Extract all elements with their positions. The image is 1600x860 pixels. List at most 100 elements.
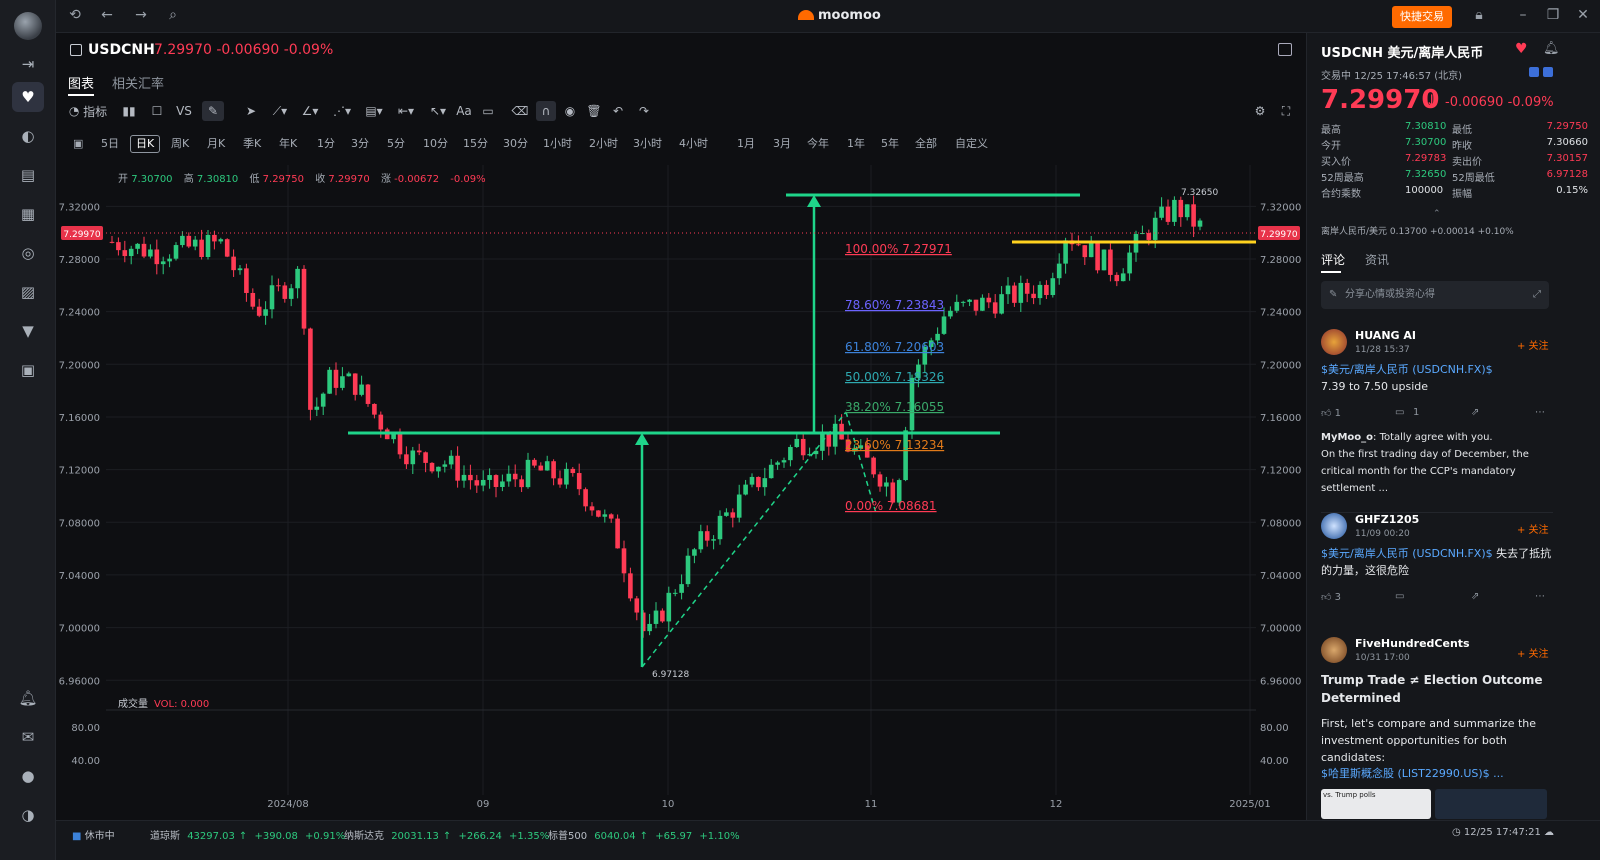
period-day[interactable]: 日K bbox=[130, 135, 161, 153]
tab-related-fx[interactable]: 相关汇率 bbox=[112, 73, 164, 92]
pattern-tool-icon[interactable]: ⋰▾ bbox=[330, 101, 354, 121]
candle-body[interactable] bbox=[1050, 278, 1056, 296]
candle-body[interactable] bbox=[442, 464, 448, 467]
candle-body[interactable] bbox=[967, 299, 972, 302]
candle-body[interactable] bbox=[436, 466, 441, 472]
period-1y[interactable]: 1年 bbox=[842, 135, 870, 153]
portfolio-icon[interactable]: ▤ bbox=[16, 163, 40, 187]
candle-body[interactable] bbox=[314, 406, 320, 410]
period-15min[interactable]: 15分 bbox=[458, 135, 493, 153]
candle-body[interactable] bbox=[404, 454, 409, 465]
candle-body[interactable] bbox=[736, 494, 742, 518]
alert-bell-icon[interactable]: 🔔︎ bbox=[1543, 41, 1560, 56]
candle-body[interactable] bbox=[416, 450, 422, 453]
like-icon[interactable]: 👍︎ bbox=[1321, 408, 1331, 419]
candle-body[interactable] bbox=[448, 455, 454, 465]
candle-body[interactable] bbox=[871, 457, 876, 475]
candle-body[interactable] bbox=[768, 464, 774, 479]
candle-body[interactable] bbox=[109, 241, 115, 243]
candle-body[interactable] bbox=[205, 234, 211, 258]
candle-body[interactable] bbox=[583, 489, 588, 507]
expand-icon[interactable]: ⤢ bbox=[1533, 281, 1541, 309]
post[interactable]: FiveHundredCents 10/31 17:00 + 关注 Trump … bbox=[1321, 637, 1553, 819]
index-dji[interactable]: 道琼斯 43297.03 ↑ +390.08 +0.91% bbox=[150, 827, 345, 842]
favorite-heart-icon[interactable]: ♥ bbox=[1515, 41, 1528, 57]
candle-body[interactable] bbox=[480, 479, 486, 486]
candle-body[interactable] bbox=[576, 473, 582, 490]
candle-body[interactable] bbox=[1082, 245, 1088, 258]
tab-news[interactable]: 资讯 bbox=[1365, 251, 1389, 268]
candle-body[interactable] bbox=[352, 373, 358, 395]
layout-icon[interactable]: ▦ bbox=[16, 202, 40, 226]
symbol-switch-icon[interactable] bbox=[70, 44, 82, 56]
period-1h[interactable]: 1小时 bbox=[538, 135, 577, 153]
candle-body[interactable] bbox=[487, 475, 492, 480]
candle-body[interactable] bbox=[340, 376, 345, 388]
candle-body[interactable] bbox=[199, 239, 204, 258]
candle-body[interactable] bbox=[1120, 273, 1126, 282]
candle-body[interactable] bbox=[660, 610, 665, 622]
share-icon[interactable]: ⇗ bbox=[1471, 591, 1479, 602]
candle-body[interactable] bbox=[282, 285, 288, 299]
avatar[interactable] bbox=[1321, 637, 1347, 663]
post-thumbnail[interactable]: vs. Trump polls bbox=[1321, 789, 1431, 819]
candle-body[interactable] bbox=[1191, 204, 1196, 227]
candle-body[interactable] bbox=[256, 306, 262, 316]
candle-body[interactable] bbox=[1197, 220, 1203, 227]
candle-body[interactable] bbox=[992, 302, 998, 314]
candle-body[interactable] bbox=[519, 479, 524, 488]
candle-body[interactable] bbox=[1114, 274, 1120, 282]
candle-body[interactable] bbox=[615, 518, 620, 549]
period-5d[interactable]: 5日 bbox=[96, 135, 124, 153]
candle-body[interactable] bbox=[180, 235, 185, 246]
share-input[interactable]: ✎ 分享心情或投资心得 ⤢ bbox=[1321, 281, 1549, 309]
avatar[interactable] bbox=[1321, 329, 1347, 355]
candle-body[interactable] bbox=[756, 476, 761, 488]
ticker-link[interactable]: $美元/离岸人民币 (USDCNH.FX)$ bbox=[1321, 547, 1493, 560]
candle-body[interactable] bbox=[743, 484, 748, 495]
share-icon[interactable]: ⇗ bbox=[1471, 407, 1479, 418]
news-icon[interactable]: ▣ bbox=[16, 358, 40, 382]
candle-body[interactable] bbox=[954, 301, 960, 311]
back-arrow-icon[interactable]: ← bbox=[98, 7, 116, 25]
candle-body[interactable] bbox=[672, 592, 678, 594]
avatar[interactable] bbox=[1321, 513, 1347, 539]
candle-body[interactable] bbox=[704, 531, 710, 541]
candle-body[interactable] bbox=[653, 610, 659, 624]
candle-body[interactable] bbox=[122, 250, 128, 257]
post[interactable]: GHFZ1205 11/09 00:20 + 关注 $美元/离岸人民币 (USD… bbox=[1321, 512, 1553, 622]
candle-body[interactable] bbox=[512, 473, 518, 480]
candle-body[interactable] bbox=[346, 373, 352, 377]
candle-body[interactable] bbox=[941, 316, 947, 334]
candle-body[interactable] bbox=[698, 531, 704, 550]
candle-body[interactable] bbox=[570, 468, 576, 474]
filter-icon[interactable]: ▼ bbox=[16, 319, 40, 343]
panel-toggle-icon[interactable] bbox=[1278, 43, 1292, 56]
candle-body[interactable] bbox=[128, 248, 134, 257]
calendar-icon[interactable]: ▣ bbox=[68, 135, 88, 153]
trendline-icon[interactable]: ⟋▾ bbox=[268, 101, 292, 121]
candle-body[interactable] bbox=[173, 245, 179, 259]
candle-body[interactable] bbox=[762, 478, 768, 488]
candle-body[interactable] bbox=[135, 243, 140, 249]
discover-compass-icon[interactable]: ◎ bbox=[16, 241, 40, 265]
candle-body[interactable] bbox=[1012, 285, 1017, 303]
fullscreen-icon[interactable]: ⛶ bbox=[1278, 101, 1294, 121]
candle-body[interactable] bbox=[596, 510, 601, 517]
candle-body[interactable] bbox=[301, 268, 307, 329]
candle-body[interactable] bbox=[557, 478, 563, 485]
period-5min[interactable]: 5分 bbox=[382, 135, 410, 153]
candle-body[interactable] bbox=[1127, 252, 1132, 274]
candle-body[interactable] bbox=[1108, 249, 1113, 275]
candle-body[interactable] bbox=[308, 328, 313, 410]
related-pair[interactable]: 离岸人民币/美元 0.13700 +0.00014 +0.10% bbox=[1321, 224, 1514, 237]
price-chart[interactable]: 7.32000 7.32000 7.28000 7.28000 7.24000 7.240… bbox=[56, 155, 1306, 820]
arrow-tool-icon[interactable]: ↖▾ bbox=[426, 101, 450, 121]
candle-body[interactable] bbox=[884, 482, 889, 487]
post-headline[interactable]: Trump Trade ≠ Election Outcome Determine… bbox=[1321, 671, 1553, 707]
candle-body[interactable] bbox=[1005, 285, 1011, 295]
candle-body[interactable] bbox=[999, 294, 1004, 314]
user-avatar[interactable] bbox=[14, 12, 42, 40]
candle-body[interactable] bbox=[333, 369, 339, 388]
candle-body[interactable] bbox=[717, 515, 723, 540]
